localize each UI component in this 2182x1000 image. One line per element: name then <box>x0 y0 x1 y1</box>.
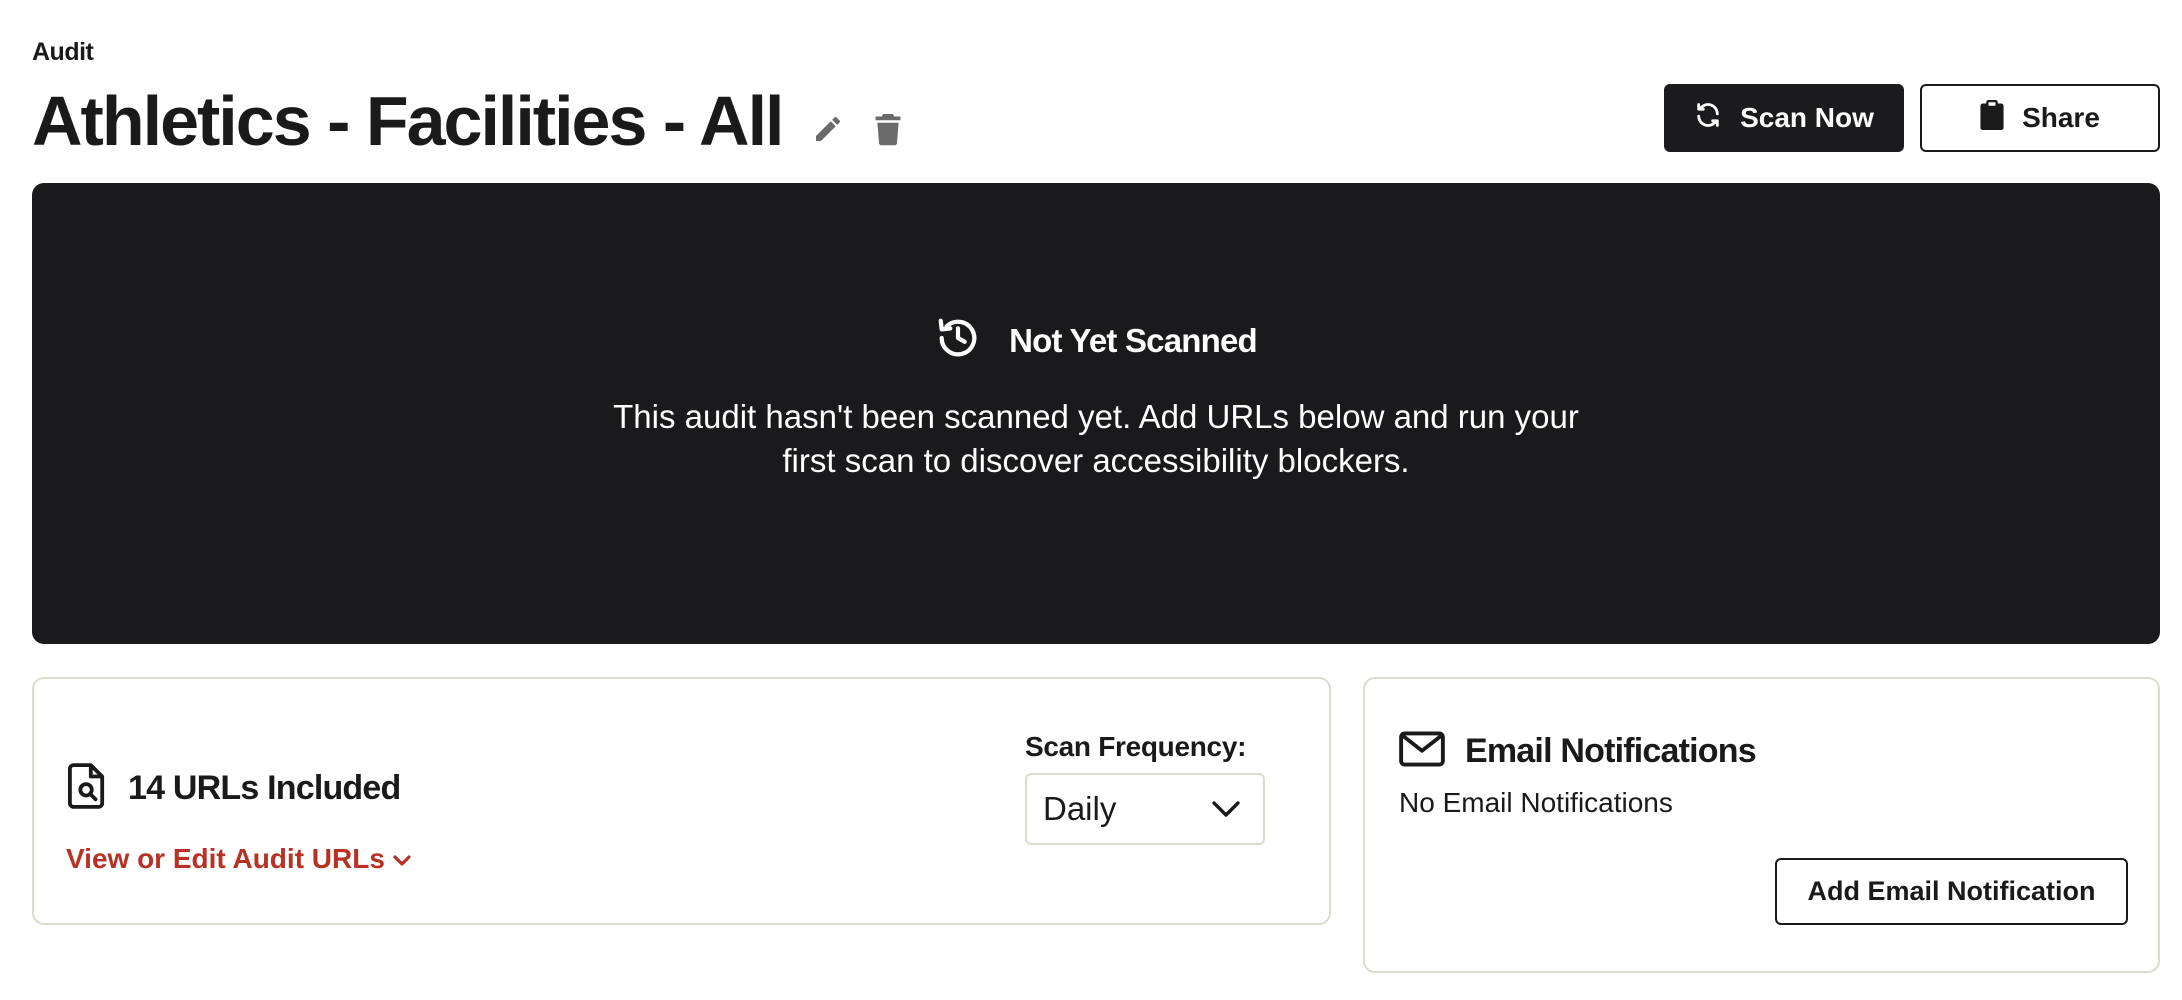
file-search-icon <box>68 763 106 814</box>
clipboard-icon <box>1980 99 2004 137</box>
email-notifications-title: Email Notifications <box>1465 732 1757 770</box>
share-button[interactable]: Share <box>1920 84 2160 152</box>
view-edit-urls-link[interactable]: View or Edit Audit URLs <box>66 843 411 875</box>
view-edit-urls-label: View or Edit Audit URLs <box>66 843 385 874</box>
title-row: Athletics - Facilities - All <box>32 76 906 166</box>
email-notifications-card: Email Notifications No Email Notificatio… <box>1363 677 2160 973</box>
banner-message: This audit hasn't been scanned yet. Add … <box>613 398 1579 479</box>
scan-now-button[interactable]: Scan Now <box>1664 84 1904 152</box>
scan-frequency-value: Daily <box>1043 790 1117 827</box>
urls-count-title: 14 URLs Included <box>128 769 401 807</box>
chevron-down-icon <box>1211 790 1241 828</box>
chevron-down-icon <box>393 843 411 875</box>
share-label: Share <box>2022 102 2100 133</box>
history-icon <box>935 315 981 366</box>
email-heading: Email Notifications <box>1399 731 1757 772</box>
refresh-icon <box>1694 101 1722 136</box>
not-scanned-banner: Not Yet Scanned This audit hasn't been s… <box>32 183 2160 644</box>
email-empty-state: No Email Notifications <box>1399 787 1673 818</box>
scan-frequency-select[interactable]: Daily <box>1025 773 1265 845</box>
page-eyebrow: Audit <box>32 38 94 66</box>
scan-now-label: Scan Now <box>1740 102 1874 133</box>
pencil-icon[interactable] <box>810 111 846 147</box>
scan-frequency-label: Scan Frequency: <box>1025 731 1247 762</box>
add-email-notification-button[interactable]: Add Email Notification <box>1775 858 2128 925</box>
envelope-icon <box>1399 731 1445 772</box>
banner-heading: Not Yet Scanned <box>32 315 2160 366</box>
banner-title: Not Yet Scanned <box>1009 321 1258 359</box>
page-title: Athletics - Facilities - All <box>32 82 784 160</box>
urls-card: 14 URLs Included View or Edit Audit URLs… <box>32 677 1331 925</box>
trash-icon[interactable] <box>870 111 906 147</box>
urls-heading: 14 URLs Included <box>68 763 401 814</box>
